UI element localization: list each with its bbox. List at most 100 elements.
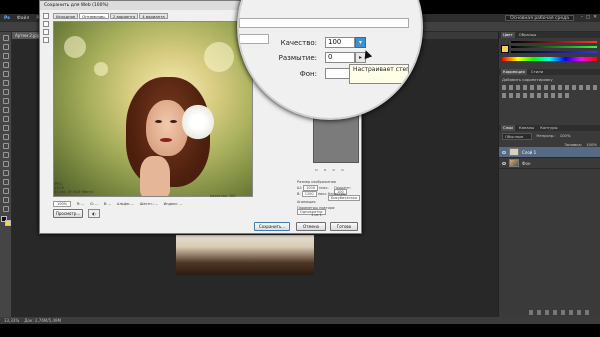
preview-button[interactable]: Просмотр... xyxy=(53,209,83,218)
move-tool-icon[interactable] xyxy=(2,35,9,41)
slice-select-tool-icon[interactable] xyxy=(43,21,49,27)
hand-tool-icon[interactable] xyxy=(2,197,9,203)
done-button[interactable]: Готово xyxy=(330,222,358,231)
layer-name: Слой 1 xyxy=(522,149,537,155)
document-image[interactable] xyxy=(176,235,314,275)
brush-tool-icon[interactable] xyxy=(2,98,9,104)
image-height-row: В: 1200 пикс. xyxy=(297,191,327,197)
quality-input[interactable]: 100 xyxy=(325,37,355,48)
tab-adjustments[interactable]: Коррекция xyxy=(501,69,527,75)
gradient-tool-icon[interactable] xyxy=(2,134,9,140)
type-tool-icon[interactable] xyxy=(2,170,9,176)
tab-layers[interactable]: Слои xyxy=(501,125,515,131)
green-slider[interactable] xyxy=(511,46,597,48)
layer-thumbnail xyxy=(509,159,519,167)
save-button[interactable]: Сохранить... xyxy=(254,222,290,231)
color-table-tools: ▫ ▫ ▫ ▫ xyxy=(315,167,344,172)
fill-value[interactable]: 100% xyxy=(586,142,597,147)
tab-original[interactable]: Исходное xyxy=(53,13,79,19)
index-readout: Индекс: -- xyxy=(163,201,182,206)
marquee-tool-icon[interactable] xyxy=(2,44,9,50)
zoom-level[interactable]: 33,33% xyxy=(4,318,19,323)
eye-icon[interactable] xyxy=(502,161,506,165)
tab-styles[interactable]: Стили xyxy=(529,69,545,75)
menu-file[interactable]: Файл xyxy=(17,16,29,21)
zoom-select[interactable]: 100% xyxy=(53,200,72,207)
adjustments-panel: Добавить корректировку xyxy=(499,75,600,125)
doc-size: Док: 2,76M/5,49M xyxy=(24,318,62,323)
dodge-tool-icon[interactable] xyxy=(2,152,9,158)
zoom-tool-icon[interactable] xyxy=(2,206,9,212)
letterbox-bottom xyxy=(0,324,600,337)
color-spectrum[interactable] xyxy=(502,57,597,61)
background-color-swatch[interactable] xyxy=(4,220,11,226)
quick-select-tool-icon[interactable] xyxy=(2,62,9,68)
hex-readout: Шестн.: -- xyxy=(139,201,158,206)
eye-icon[interactable] xyxy=(502,150,506,154)
height-label: В: xyxy=(297,192,301,196)
tab-2up[interactable]: 2 варианта xyxy=(109,13,139,19)
close-icon[interactable]: ✕ xyxy=(593,15,597,20)
layer-thumbnail xyxy=(509,148,519,156)
eyedropper-tool-icon[interactable] xyxy=(43,37,49,43)
lock-icon[interactable]: ▫ xyxy=(315,167,318,172)
color-panel xyxy=(499,41,600,69)
shape-tool-icon[interactable] xyxy=(2,188,9,194)
red-readout: R: -- xyxy=(77,201,85,206)
tab-paths[interactable]: Контуры xyxy=(538,125,559,131)
zoom-tool-icon[interactable] xyxy=(43,29,49,35)
tab-color[interactable]: Цвет xyxy=(501,32,515,38)
quality-dropdown-icon[interactable]: ▾ xyxy=(355,37,366,48)
healing-tool-icon[interactable] xyxy=(2,89,9,95)
tab-optimized[interactable]: Оптимизир. xyxy=(79,13,109,19)
height-value[interactable]: 1200 xyxy=(301,191,317,197)
stamp-tool-icon[interactable] xyxy=(2,107,9,113)
color-swatches[interactable] xyxy=(0,216,11,226)
green-readout: G: -- xyxy=(90,201,98,206)
layers-options: Обычные Непрозр.: 100% Заливка: 100% xyxy=(499,131,600,147)
web-shift-icon[interactable]: ▫ xyxy=(324,167,327,172)
blend-mode-select[interactable]: Обычные xyxy=(502,133,533,140)
path-select-tool-icon[interactable] xyxy=(2,179,9,185)
portrait-hand xyxy=(140,156,170,196)
quality-tooltip: Настраивает степень сж xyxy=(349,64,409,84)
tab-4up[interactable]: 4 варианта xyxy=(139,13,168,19)
color-fg-bg-icon[interactable] xyxy=(501,45,509,53)
tab-channels[interactable]: Каналы xyxy=(517,125,536,131)
tab-swatches[interactable]: Образцы xyxy=(517,32,539,38)
portrait-eye xyxy=(155,120,162,123)
blur-label: Размытие: xyxy=(278,54,317,62)
color-panel-tabs: Цвет Образцы xyxy=(499,32,600,38)
blur-input[interactable]: 0 xyxy=(325,52,355,63)
resample-row: Качество: Бикубическая xyxy=(328,192,360,201)
pen-tool-icon[interactable] xyxy=(2,161,9,167)
opacity-value[interactable]: 100% xyxy=(560,133,571,140)
hand-tool-icon[interactable] xyxy=(43,13,49,19)
new-color-icon[interactable]: ▫ xyxy=(332,167,335,172)
blue-readout: B: -- xyxy=(103,201,111,206)
adjust-icons xyxy=(502,85,597,90)
workspace-select[interactable]: Основная рабочая среда xyxy=(505,15,574,21)
red-slider[interactable] xyxy=(511,41,597,43)
cancel-button[interactable]: Отмена xyxy=(296,222,326,231)
layer-row[interactable]: Фон xyxy=(499,158,600,169)
browser-icon[interactable]: ◐ xyxy=(88,209,100,218)
blue-slider[interactable] xyxy=(511,51,597,53)
layer-row[interactable]: Слой 1 xyxy=(499,147,600,158)
portrait-face xyxy=(146,100,188,156)
lasso-tool-icon[interactable] xyxy=(2,53,9,59)
history-brush-tool-icon[interactable] xyxy=(2,116,9,122)
blur-tool-icon[interactable] xyxy=(2,143,9,149)
delete-icon[interactable]: ▫ xyxy=(341,167,344,172)
image-size-label: Размер изображения xyxy=(297,180,337,184)
eraser-tool-icon[interactable] xyxy=(2,125,9,131)
portrait-lips xyxy=(160,138,172,142)
mouse-cursor-icon xyxy=(361,48,373,60)
maximize-icon[interactable]: □ xyxy=(586,15,590,20)
eyedropper-tool-icon[interactable] xyxy=(2,80,9,86)
minimize-icon[interactable]: – xyxy=(581,15,583,20)
quality-label: Качество: xyxy=(280,39,317,47)
image-preview[interactable] xyxy=(53,21,253,197)
crop-tool-icon[interactable] xyxy=(2,71,9,77)
layer-name: Фон xyxy=(522,160,531,166)
